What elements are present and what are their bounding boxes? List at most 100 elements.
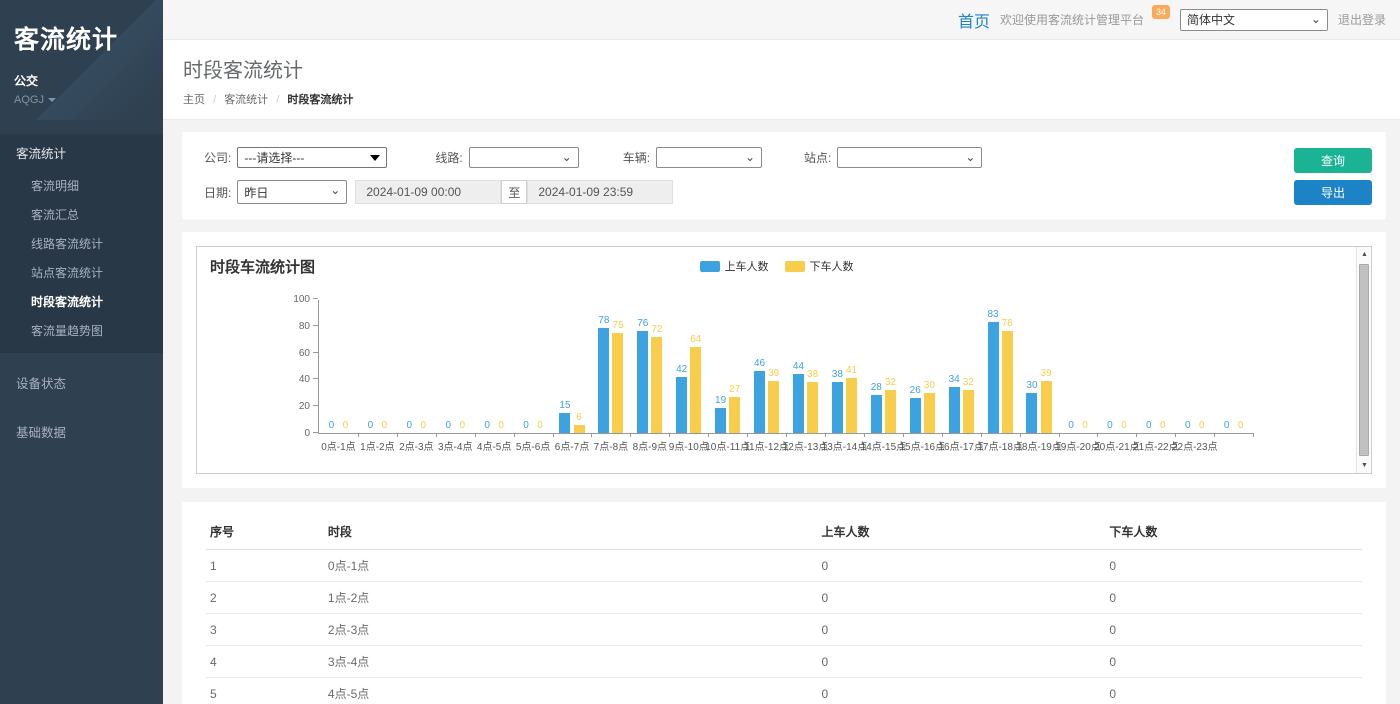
bar-上车人数[interactable] [754, 371, 765, 433]
bar-下车人数[interactable] [885, 390, 896, 433]
bar-value-label: 76 [1002, 318, 1013, 330]
sidebar-item-线路客流统计[interactable]: 线路客流统计 [0, 229, 163, 258]
line-select[interactable]: ⌄ [469, 147, 579, 168]
table-cell: 2 [206, 582, 324, 614]
bar-下车人数[interactable] [768, 381, 779, 433]
language-select[interactable]: 简体中文⌄ [1180, 9, 1328, 31]
bar-上车人数[interactable] [793, 374, 804, 433]
sidebar-item-客流量趋势图[interactable]: 客流量趋势图 [0, 316, 163, 345]
logout-link[interactable]: 退出登录 [1338, 11, 1386, 28]
breadcrumb-parent[interactable]: 客流统计 [224, 94, 268, 106]
chevron-down-icon: ⌄ [1311, 12, 1321, 26]
bar-上车人数[interactable] [910, 398, 921, 433]
bar-下车人数[interactable] [690, 347, 701, 433]
bar-column: 0 [521, 300, 532, 433]
notification-badge[interactable]: 34 [1152, 5, 1170, 19]
table-header-上车人数: 上车人数 [818, 514, 1106, 550]
bar-下车人数[interactable] [963, 390, 974, 433]
date-preset-select[interactable]: 昨日⌄ [237, 180, 347, 204]
bar-column: 0 [1118, 300, 1129, 433]
bar-column: 0 [1235, 300, 1246, 433]
bar-下车人数[interactable] [807, 382, 818, 433]
scroll-up-icon[interactable]: ▲ [1357, 247, 1372, 262]
table-cell: 0 [1105, 550, 1362, 582]
bar-上车人数[interactable] [1026, 393, 1037, 433]
bar-group-10点-11点: 192710点-11点 [708, 300, 747, 433]
query-button[interactable]: 查询 [1294, 148, 1372, 173]
bar-上车人数[interactable] [715, 408, 726, 433]
vehicle-select[interactable]: ⌄ [656, 147, 762, 168]
bar-column: 38 [832, 300, 843, 433]
bar-column: 0 [1079, 300, 1090, 433]
bar-column: 0 [404, 300, 415, 433]
filter-panel: 公司: ---请选择--- 线路: ⌄ 车辆: ⌄ 站点: ⌄ 日期: 昨日⌄ … [182, 132, 1386, 219]
table-cell: 0 [1105, 678, 1362, 704]
bar-column: 39 [1041, 300, 1052, 433]
date-end-input[interactable]: 2024-01-09 23:59 [527, 180, 673, 204]
bar-上车人数[interactable] [988, 322, 999, 433]
bar-上车人数[interactable] [637, 331, 648, 433]
bar-value-label: 38 [807, 369, 818, 381]
sidebar-item-客流统计[interactable]: 客流统计 [0, 134, 163, 171]
station-select[interactable]: ⌄ [837, 147, 982, 168]
y-axis-label: 100 [280, 294, 310, 305]
breadcrumb-home[interactable]: 主页 [183, 94, 205, 106]
bar-下车人数[interactable] [729, 397, 740, 433]
bar-column: 0 [326, 300, 337, 433]
bar-column: 76 [637, 300, 648, 433]
date-start-input[interactable]: 2024-01-09 00:00 [355, 180, 501, 204]
welcome-text: 欢迎使用客流统计管理平台 [1000, 11, 1144, 28]
topbar: 首页 欢迎使用客流统计管理平台 34 简体中文⌄ 退出登录 [163, 0, 1400, 40]
bar-下车人数[interactable] [1041, 381, 1052, 433]
sidebar-item-基础数据[interactable]: 基础数据 [0, 412, 163, 451]
bar-上车人数[interactable] [949, 387, 960, 433]
table-cell: 0 [818, 550, 1106, 582]
x-axis-label: 22点-23点 [1172, 438, 1218, 453]
x-axis-label: 4点-5点 [477, 438, 511, 453]
bar-下车人数[interactable] [574, 425, 585, 433]
bar-value-label: 75 [612, 320, 623, 332]
x-axis-label: 0点-1点 [321, 438, 355, 453]
sidebar-item-客流明细[interactable]: 客流明细 [0, 171, 163, 200]
bar-上车人数[interactable] [559, 413, 570, 433]
chart-scrollbar[interactable]: ▲ ▼ [1356, 247, 1371, 473]
sidebar-item-站点客流统计[interactable]: 站点客流统计 [0, 258, 163, 287]
content: 公司: ---请选择--- 线路: ⌄ 车辆: ⌄ 站点: ⌄ 日期: 昨日⌄ … [163, 120, 1400, 704]
sidebar-item-时段客流统计[interactable]: 时段客流统计 [0, 287, 163, 316]
sidebar-item-设备状态[interactable]: 设备状态 [0, 363, 163, 402]
bar-group-23: 00 [1214, 300, 1253, 433]
bar-下车人数[interactable] [924, 393, 935, 433]
bar-上车人数[interactable] [832, 382, 843, 433]
nav-group-客流统计: 客流统计客流明细客流汇总线路客流统计站点客流统计时段客流统计客流量趋势图 [0, 134, 163, 353]
bar-group-18点-19点: 303918点-19点 [1020, 300, 1059, 433]
bar-value-label: 0 [343, 420, 349, 432]
legend-item-下车人数[interactable]: 下车人数 [785, 258, 854, 274]
scrollbar-thumb[interactable] [1359, 264, 1369, 456]
home-link[interactable]: 首页 [958, 8, 990, 32]
sidebar-item-客流汇总[interactable]: 客流汇总 [0, 200, 163, 229]
bar-group-8点-9点: 76728点-9点 [630, 300, 669, 433]
breadcrumb: 主页 / 客流统计 / 时段客流统计 [183, 91, 1400, 107]
bar-group-5点-6点: 005点-6点 [514, 300, 553, 433]
table-cell: 3点-4点 [324, 646, 818, 678]
bar-column: 0 [418, 300, 429, 433]
user-dropdown[interactable]: AQGJ [14, 94, 149, 106]
date-to-label: 至 [501, 180, 527, 204]
bar-上车人数[interactable] [871, 395, 882, 433]
sidebar-header: 客流统计 公交 AQGJ [0, 0, 163, 120]
bar-下车人数[interactable] [651, 337, 662, 433]
bar-下车人数[interactable] [846, 378, 857, 433]
bar-上车人数[interactable] [598, 328, 609, 433]
bar-上车人数[interactable] [676, 377, 687, 433]
bar-value-label: 0 [329, 420, 335, 432]
export-button[interactable]: 导出 [1294, 180, 1372, 205]
bar-下车人数[interactable] [1002, 331, 1013, 433]
scroll-down-icon[interactable]: ▼ [1357, 458, 1372, 473]
legend-item-上车人数[interactable]: 上车人数 [700, 258, 769, 274]
bar-column: 38 [807, 300, 818, 433]
bar-下车人数[interactable] [612, 333, 623, 434]
bar-column: 32 [963, 300, 974, 433]
bar-column: 64 [690, 300, 701, 433]
company-select[interactable]: ---请选择--- [237, 147, 387, 168]
bar-value-label: 0 [523, 420, 529, 432]
